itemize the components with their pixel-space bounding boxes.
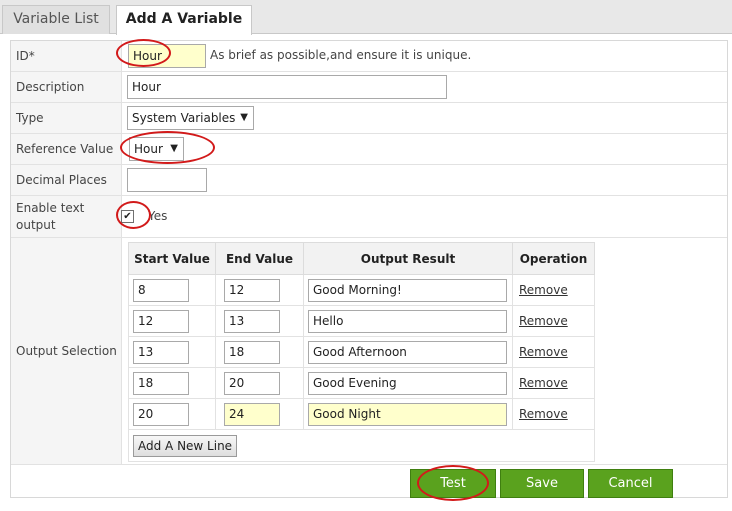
- add-variable-form: ID* Hour As brief as possible,and ensure…: [10, 40, 728, 498]
- output-result-input[interactable]: Hello: [308, 310, 507, 333]
- table-row: 18 20 Good Evening Remove: [128, 367, 595, 399]
- decimal-places-row: Decimal Places: [11, 165, 727, 196]
- output-result-input[interactable]: Good Morning!: [308, 279, 507, 302]
- decimal-places-label: Decimal Places: [11, 165, 122, 195]
- start-value-input[interactable]: 8: [133, 279, 189, 302]
- start-value-input[interactable]: 20: [133, 403, 189, 426]
- type-select-value: System Variables: [132, 111, 236, 125]
- table-row: 20 24 Good Night Remove: [128, 398, 595, 430]
- end-value-input[interactable]: 13: [224, 310, 280, 333]
- enable-text-output-label: Enable text output: [11, 196, 122, 237]
- add-line-row: Add A New Line: [128, 429, 595, 462]
- tab-variable-list[interactable]: Variable List: [2, 5, 110, 34]
- description-row: Description Hour: [11, 72, 727, 103]
- table-row: 13 18 Good Afternoon Remove: [128, 336, 595, 368]
- reference-value-label: Reference Value: [11, 134, 122, 164]
- end-value-input[interactable]: 24: [224, 403, 280, 426]
- description-input[interactable]: Hour: [127, 75, 447, 99]
- output-selection-label: Output Selection: [11, 238, 122, 464]
- remove-link[interactable]: Remove: [519, 314, 568, 328]
- operation-header: Operation: [512, 242, 595, 275]
- end-value-input[interactable]: 18: [224, 341, 280, 364]
- tab-bar: Variable List Add A Variable: [0, 0, 732, 35]
- table-row: 12 13 Hello Remove: [128, 305, 595, 337]
- start-value-input[interactable]: 18: [133, 372, 189, 395]
- remove-link[interactable]: Remove: [519, 376, 568, 390]
- highlight-oval-test-button: [417, 465, 489, 501]
- save-button[interactable]: Save: [500, 469, 584, 498]
- highlight-oval-checkbox: [116, 201, 151, 229]
- output-selection-table: Start Value End Value Output Result Oper…: [128, 242, 595, 462]
- tab-add-a-variable[interactable]: Add A Variable: [116, 5, 252, 35]
- add-new-line-button[interactable]: Add A New Line: [133, 435, 238, 457]
- start-value-input[interactable]: 12: [133, 310, 189, 333]
- end-value-header: End Value: [215, 242, 304, 275]
- output-result-input[interactable]: Good Evening: [308, 372, 507, 395]
- table-header-row: Start Value End Value Output Result Oper…: [128, 242, 595, 275]
- chevron-down-icon: ▼: [240, 112, 248, 123]
- end-value-input[interactable]: 20: [224, 372, 280, 395]
- description-label: Description: [11, 72, 122, 102]
- output-result-input[interactable]: Good Afternoon: [308, 341, 507, 364]
- reference-value-row: Reference Value Hour ▼: [11, 134, 727, 165]
- output-result-header: Output Result: [303, 242, 513, 275]
- remove-link[interactable]: Remove: [519, 407, 568, 421]
- id-hint: As brief as possible,and ensure it is un…: [210, 48, 472, 62]
- cancel-button[interactable]: Cancel: [588, 469, 673, 498]
- remove-link[interactable]: Remove: [519, 345, 568, 359]
- start-value-header: Start Value: [128, 242, 216, 275]
- type-select[interactable]: System Variables ▼: [127, 106, 254, 130]
- highlight-oval-reference-value: [120, 131, 215, 164]
- highlight-oval-id: [116, 39, 171, 67]
- type-label: Type: [11, 103, 122, 133]
- decimal-places-input[interactable]: [127, 168, 207, 192]
- end-value-input[interactable]: 12: [224, 279, 280, 302]
- remove-link[interactable]: Remove: [519, 283, 568, 297]
- id-label: ID*: [11, 41, 122, 71]
- type-row: Type System Variables ▼: [11, 103, 727, 134]
- output-result-input[interactable]: Good Night: [308, 403, 507, 426]
- table-row: 8 12 Good Morning! Remove: [128, 274, 595, 306]
- start-value-input[interactable]: 13: [133, 341, 189, 364]
